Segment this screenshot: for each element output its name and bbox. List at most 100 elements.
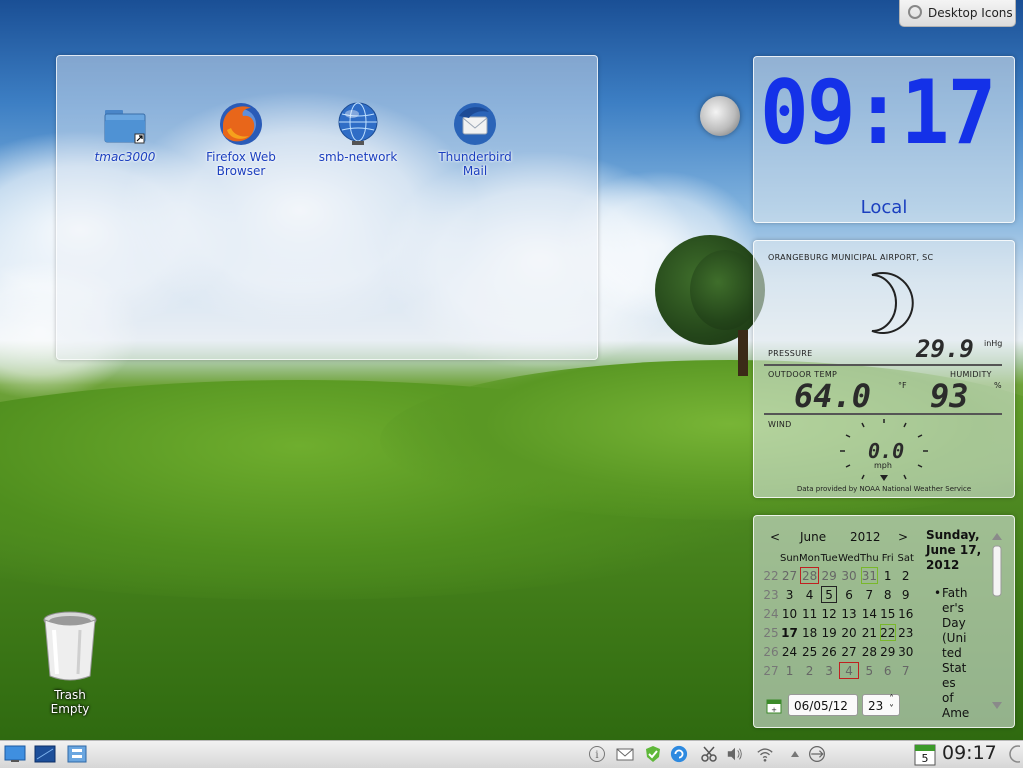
calendar-day[interactable]: 9 (897, 585, 915, 604)
desktop-icon-firefox[interactable]: Firefox Web Browser (191, 100, 291, 178)
calendar-day[interactable]: 18 (799, 623, 820, 642)
show-desktop-icon[interactable] (4, 745, 26, 763)
weekday-header: Thu (859, 552, 879, 564)
calendar-day[interactable]: 29 (879, 642, 897, 661)
desktop-toolbox-button[interactable]: Desktop Icons (899, 0, 1016, 27)
calendar-week-spinbox[interactable]: 23 ˄ ˅ (862, 694, 900, 716)
calendar-day-event[interactable]: 28 (799, 566, 820, 585)
desktop-icon-tmac3000[interactable]: tmac3000 (75, 100, 175, 164)
crescent-moon-icon (846, 271, 918, 335)
calendar-prev-button[interactable]: < (770, 530, 780, 544)
calendar-day[interactable]: 14 (860, 604, 879, 623)
week-number: 27 (763, 663, 779, 678)
calendar-day[interactable]: 3 (780, 585, 799, 604)
spinbox-arrows-icon[interactable]: ˄ ˅ (889, 695, 894, 715)
calendar-year-label[interactable]: 2012 (850, 530, 881, 544)
calendar-day-event[interactable]: 4 (838, 661, 860, 680)
calendar-day[interactable]: 29 (820, 566, 838, 585)
mail-icon[interactable] (616, 745, 634, 763)
calendar-day[interactable]: 7 (897, 661, 915, 680)
calendar-day[interactable]: 10 (780, 604, 799, 623)
panel-toolbox-icon[interactable] (1008, 745, 1023, 763)
taskbar-calendar-icon[interactable]: 5 (914, 742, 936, 766)
calendar-day[interactable]: 3 (820, 661, 838, 680)
event-line: (Uni (942, 631, 967, 645)
event-line: Ame (942, 706, 970, 720)
calendar-widget[interactable]: < June 2012 > Sun Mon Tue Wed Thu Fri Sa… (753, 515, 1015, 728)
folder-icon (101, 100, 149, 148)
file-manager-icon[interactable] (66, 745, 87, 763)
calendar-day[interactable]: 1 (879, 566, 897, 585)
calendar-day[interactable]: 8 (879, 585, 897, 604)
wifi-icon[interactable] (756, 745, 774, 763)
calendar-day[interactable]: 6 (838, 585, 860, 604)
trash-desktop-icon[interactable]: Trash Empty (36, 610, 104, 716)
calendar-event-scrollbar[interactable] (991, 530, 1003, 712)
calendar-day[interactable]: 19 (820, 623, 838, 642)
updates-icon[interactable] (670, 745, 688, 763)
gear-icon (908, 5, 922, 19)
calendar-icon[interactable]: + (766, 698, 782, 714)
calendar-day[interactable]: 6 (879, 661, 897, 680)
calendar-day[interactable]: 28 (860, 642, 879, 661)
calendar-next-button[interactable]: > (898, 530, 908, 544)
calendar-day-today[interactable]: 5 (820, 585, 838, 604)
calendar-day[interactable]: 21 (860, 623, 879, 642)
svg-text:+: + (771, 706, 777, 714)
calendar-day[interactable]: 24 (780, 642, 799, 661)
trash-can-icon (42, 610, 98, 684)
week-spinbox-value: 23 (868, 699, 884, 713)
tray-expand-icon[interactable] (786, 745, 804, 763)
event-line: Day (942, 616, 966, 630)
weekday-header: Sat (897, 552, 914, 564)
check-shield-icon[interactable] (644, 745, 662, 763)
event-line: of (942, 691, 954, 705)
calendar-day[interactable]: 7 (860, 585, 879, 604)
weekday-header: Sun (780, 552, 800, 564)
calendar-day-holiday[interactable]: 22 (879, 623, 897, 642)
calendar-day[interactable]: 15 (879, 604, 897, 623)
desktop-icon-label: tmac3000 (94, 150, 156, 164)
calendar-day[interactable]: 4 (799, 585, 820, 604)
scissors-icon[interactable] (700, 745, 718, 763)
calendar-day[interactable]: 13 (838, 604, 860, 623)
calendar-date-input[interactable]: 06/05/12 (788, 694, 858, 716)
calendar-day[interactable]: 5 (860, 661, 879, 680)
desktop-pager-icon[interactable] (34, 745, 56, 763)
calendar-day[interactable]: 16 (897, 604, 915, 623)
calendar-day[interactable]: 27 (780, 566, 799, 585)
volume-icon[interactable] (726, 745, 744, 763)
weather-station-widget[interactable]: ORANGEBURG MUNICIPAL AIRPORT, SC PRESSUR… (753, 240, 1015, 498)
weekday-header: Wed (838, 552, 860, 564)
calendar-month-label[interactable]: June (800, 530, 826, 544)
desktop-icon-thunderbird[interactable]: Thunderbird Mail (425, 100, 525, 178)
moon-desktop-decoration (700, 96, 740, 136)
calendar-day-holiday[interactable]: 31 (860, 566, 879, 585)
digital-clock-widget[interactable]: 09:17 Local (753, 56, 1015, 223)
calendar-day-selected[interactable]: 17 (780, 623, 799, 642)
desktop-toolbox-label: Desktop Icons (928, 6, 1013, 20)
calendar-day[interactable]: 30 (838, 566, 860, 585)
calendar-day[interactable]: 12 (820, 604, 838, 623)
calendar-day[interactable]: 20 (838, 623, 860, 642)
calendar-day[interactable]: 2 (897, 566, 915, 585)
desktop-icon-smb-network[interactable]: smb-network (308, 100, 408, 164)
info-icon[interactable]: i (588, 745, 606, 763)
event-line: er's (942, 601, 964, 615)
wind-label: WIND (768, 420, 792, 429)
calendar-day[interactable]: 30 (897, 642, 915, 661)
weather-station-name: ORANGEBURG MUNICIPAL AIRPORT, SC (768, 253, 934, 262)
calendar-day[interactable]: 26 (820, 642, 838, 661)
calendar-day[interactable]: 23 (897, 623, 915, 642)
taskbar-clock[interactable]: 09:17 (942, 742, 997, 764)
calendar-day[interactable]: 27 (838, 642, 860, 661)
calendar-day[interactable]: 2 (799, 661, 820, 680)
folder-view-widget[interactable]: tmac3000 Firefox Web Browser smb-network (56, 55, 598, 360)
desktop-icon-label: smb-network (318, 150, 398, 164)
calendar-day[interactable]: 11 (799, 604, 820, 623)
calendar-day[interactable]: 25 (799, 642, 820, 661)
calendar-day[interactable]: 1 (780, 661, 799, 680)
network-manager-icon[interactable] (808, 745, 826, 763)
trash-label: Trash (54, 688, 86, 702)
wind-value: 0.0 (868, 439, 905, 463)
